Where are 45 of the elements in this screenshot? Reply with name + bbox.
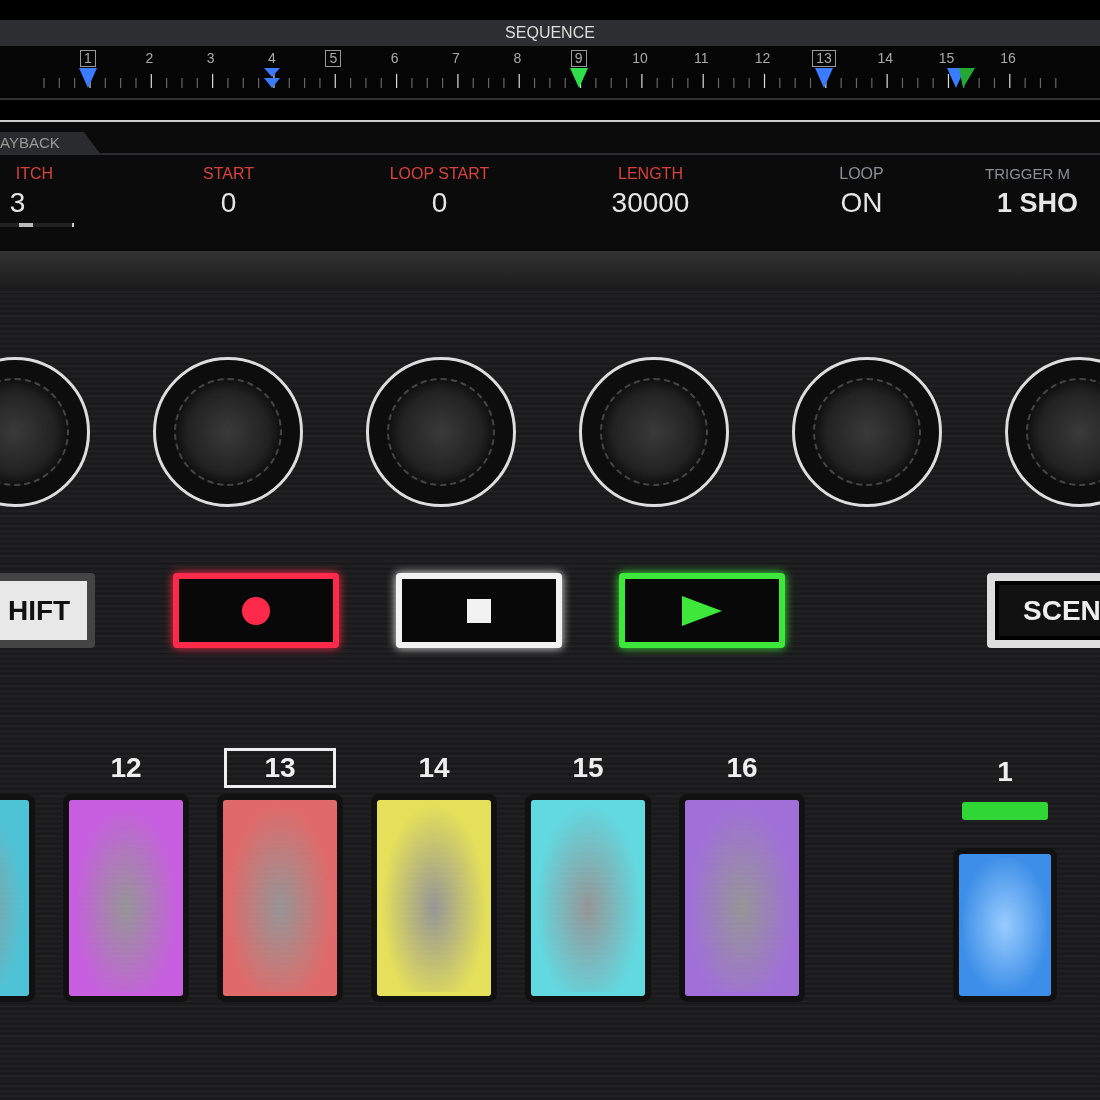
param-value: 0: [431, 187, 448, 219]
stop-button[interactable]: [396, 573, 562, 648]
param-value: 30000: [611, 187, 690, 219]
step-number: 3: [205, 50, 216, 67]
pad-number: 16: [725, 751, 759, 785]
param-label: ITCH: [15, 165, 54, 183]
step-number: 14: [876, 50, 895, 67]
param-label: START: [203, 165, 254, 183]
scene-number: 1: [996, 755, 1014, 789]
step-number: 15: [937, 50, 956, 67]
pad-number: 14: [417, 751, 451, 785]
step-number: 4: [267, 50, 277, 67]
play-icon: [682, 595, 722, 626]
param-label: LENGTH: [618, 165, 683, 183]
record-icon: [241, 595, 271, 626]
pad-number: 13: [224, 748, 336, 788]
step-number: 10: [631, 50, 649, 67]
sequence-title: SEQUENCE: [505, 24, 595, 42]
param-value: 1 SHO: [997, 188, 1079, 219]
step-number: 5: [325, 50, 342, 67]
param-value: 3: [9, 187, 26, 219]
step-number: 13: [812, 50, 836, 67]
slider-thumb[interactable]: [19, 223, 33, 227]
step-number: 7: [451, 50, 461, 67]
step-number: 12: [753, 50, 772, 67]
param-value: 0: [220, 187, 237, 219]
pad-number: 12: [109, 751, 143, 785]
step-number: 11: [693, 50, 710, 67]
text-button[interactable]: SCEN: [987, 573, 1100, 648]
step-number: 16: [999, 50, 1017, 67]
param-value: ON: [840, 187, 883, 219]
param-label: LOOP: [839, 165, 884, 183]
playback-tab[interactable]: AYBACK: [0, 132, 100, 153]
record-button[interactable]: [173, 573, 339, 648]
step-number: 9: [570, 50, 587, 67]
text-button[interactable]: HIFT: [0, 573, 95, 648]
stop-icon: [467, 598, 491, 623]
param-label: TRIGGER M: [985, 165, 1070, 182]
step-number: 1: [80, 50, 96, 67]
pad-number: 15: [571, 751, 605, 785]
step-number: 2: [144, 50, 155, 67]
step-number: 8: [512, 50, 523, 67]
play-button[interactable]: [619, 573, 785, 648]
step-number: 6: [389, 50, 400, 67]
param-label: LOOP START: [389, 165, 490, 183]
